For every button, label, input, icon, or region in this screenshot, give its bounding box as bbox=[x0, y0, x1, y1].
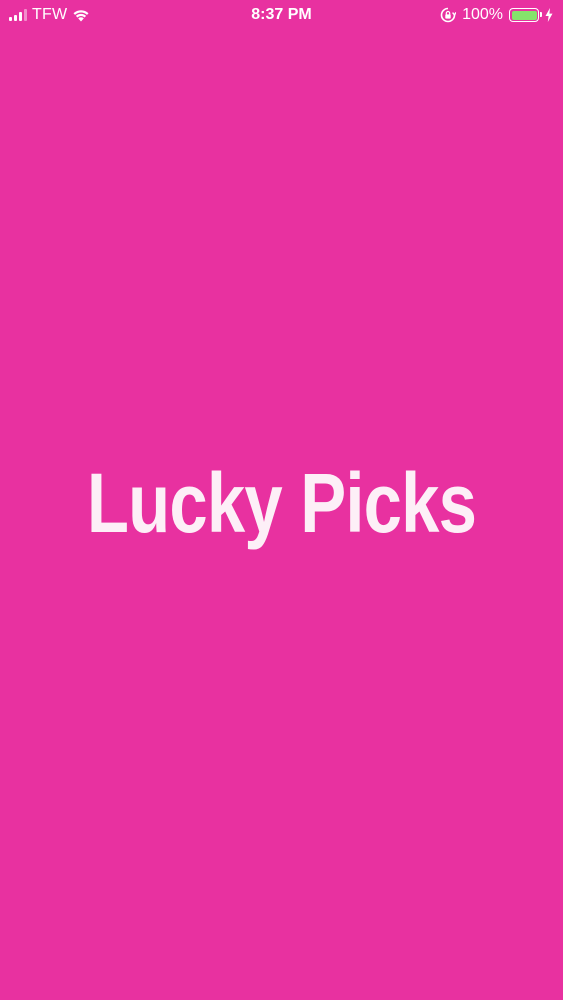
battery-percentage: 100% bbox=[462, 6, 503, 23]
app-title: Lucky Picks bbox=[86, 456, 477, 550]
orientation-lock-icon bbox=[440, 7, 457, 23]
charging-bolt-icon bbox=[545, 8, 553, 22]
status-bar: TFW 8:37 PM 100% bbox=[0, 0, 563, 30]
battery-icon bbox=[509, 8, 542, 22]
status-right-group: 100% bbox=[440, 5, 553, 25]
battery-level-fill bbox=[511, 10, 537, 20]
